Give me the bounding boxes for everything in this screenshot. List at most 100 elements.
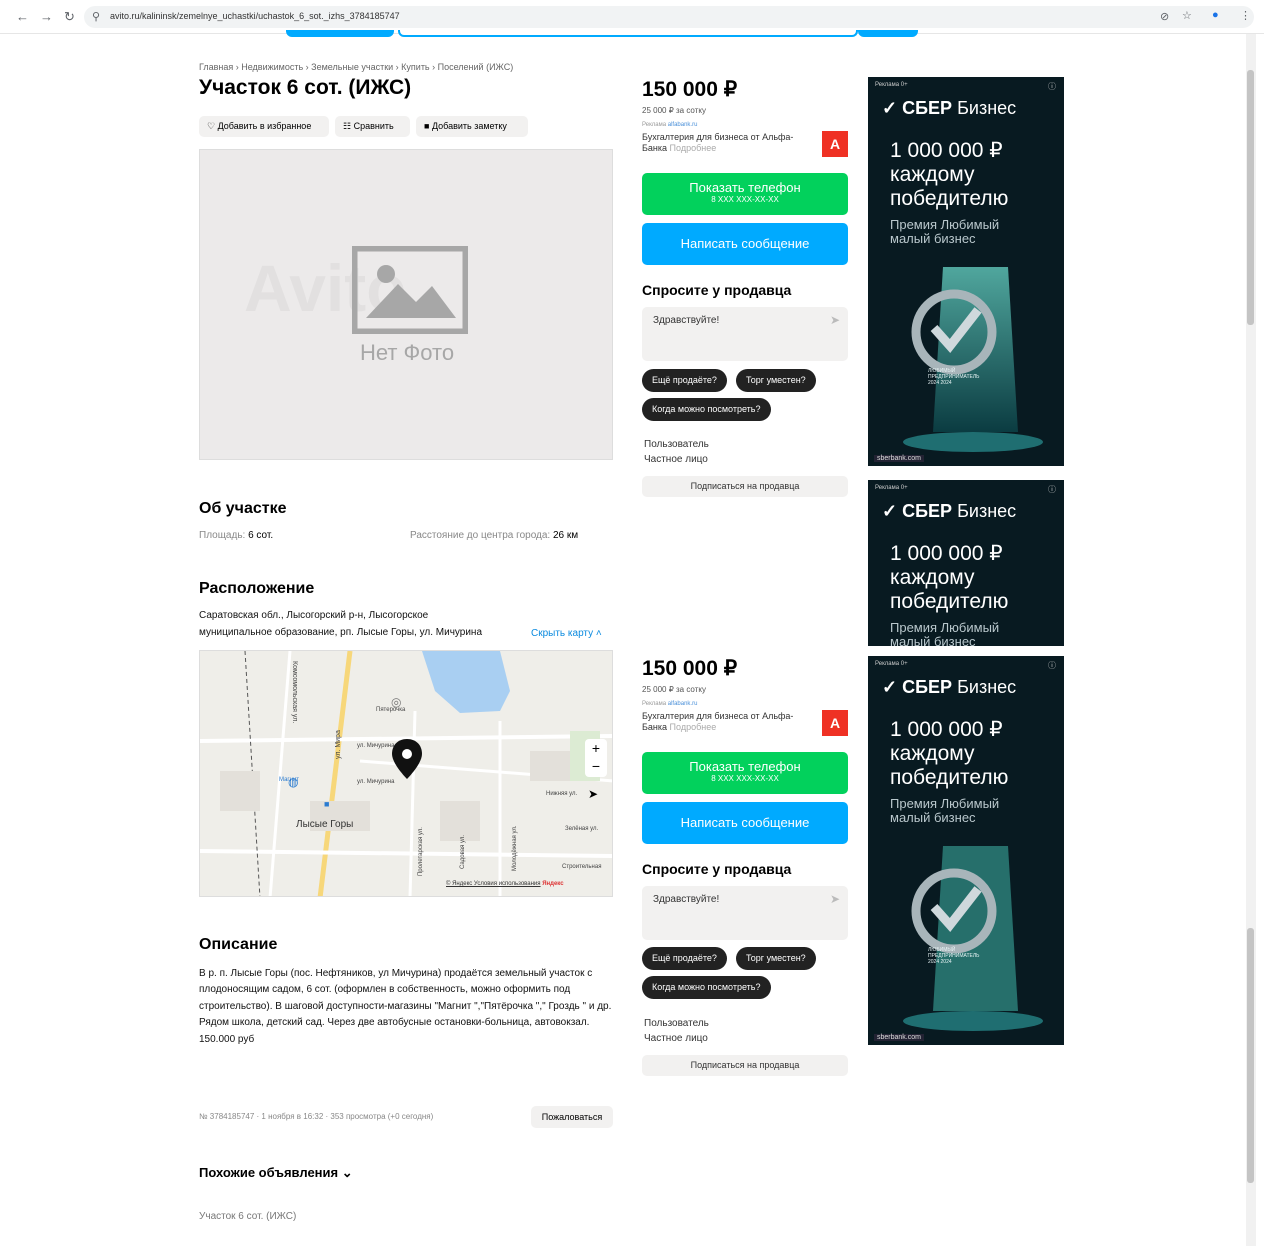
url-text: avito.ru/kalininsk/zemelnye_uchastki/uch… (110, 11, 400, 21)
back-icon[interactable]: ← (16, 9, 29, 24)
complain-button[interactable]: Пожаловаться (531, 1106, 613, 1128)
page-title: Участок 6 сот. (ИЖС) (199, 76, 412, 99)
map-label-proletarskaya: Пролетарская ул. (418, 827, 424, 876)
header-stub-left (286, 30, 394, 37)
subscribe-button[interactable]: Подписаться на продавца (642, 1055, 848, 1076)
info-icon[interactable]: ⓘ (1048, 81, 1056, 92)
sber-banner-ad[interactable]: Реклама 0+ ⓘ ✓ СБЕР Бизнес 1 000 000 ₽ ка… (868, 480, 1064, 646)
quick-question-chip[interactable]: Ещё продаёте? (642, 947, 727, 970)
ad-label: Реклама alfabank.ru (642, 701, 698, 707)
alfa-logo-icon[interactable]: А (822, 131, 848, 157)
ad-headline: 1 000 000 ₽ каждому победителю (890, 542, 1009, 613)
seller-panel-sticky: 150 000 ₽ 25 000 ₽ за сотку Реклама alfa… (642, 656, 848, 1076)
write-message-button[interactable]: Написать сообщение (642, 802, 848, 844)
similar-heading[interactable]: Похожие объявления ⌄ (199, 1165, 353, 1181)
forward-icon[interactable]: → (40, 9, 53, 24)
trophy-inscription: ЛЮБИМЫЙ ПРЕДПРИНИМАТЕЛЬ 2024 2024 (928, 368, 980, 386)
hide-map-link[interactable]: Скрыть карту ˄ (531, 628, 602, 639)
ad-text[interactable]: Бухгалтерия для бизнеса от Альфа-Банка П… (642, 132, 807, 154)
shop-icon[interactable]: ◍ (288, 775, 298, 789)
subscribe-button[interactable]: Подписаться на продавца (642, 476, 848, 497)
map-label-molodezhnaya: Молодёжная ул. (512, 825, 518, 872)
seller-panel: 150 000 ₽ 25 000 ₽ за сотку Реклама alfa… (642, 77, 848, 497)
bus-stop-icon[interactable]: ■ (324, 799, 329, 809)
send-icon[interactable]: ➤ (830, 892, 840, 906)
similar-item[interactable]: Участок 6 сот. (ИЖС) (199, 1211, 296, 1222)
map-copyright: © Яндекс Условия использования Яндекс (446, 881, 564, 887)
send-icon[interactable]: ➤ (830, 313, 840, 327)
map-label-komsomolskaya: Комсомольская ул. (291, 661, 298, 724)
map-label-mira: ул. Мира (335, 730, 342, 759)
show-phone-button[interactable]: Показать телефон 8 XXX XXX-XX-XX (642, 752, 848, 794)
description-heading: Описание (199, 936, 278, 953)
ask-seller-heading: Спросите у продавца (642, 282, 792, 298)
heart-icon: ♡ (207, 121, 216, 131)
quick-question-chip[interactable]: Торг уместен? (736, 947, 816, 970)
no-photo-text: Нет Фото (359, 340, 455, 365)
map-label-town: Лысые Горы (296, 819, 354, 830)
ask-seller-input[interactable]: Здравствуйте! ➤ (642, 307, 848, 361)
star-icon[interactable]: ☆ (1182, 9, 1192, 22)
address-line-2: муниципальное образование, рп. Лысые Гор… (199, 627, 483, 638)
quick-question-chip[interactable]: Ещё продаёте? (642, 369, 727, 392)
menu-icon[interactable]: ⋮ (1240, 9, 1251, 22)
price-per-sotka: 25 000 ₽ за сотку (642, 106, 706, 115)
compare-button[interactable]: ☷ Сравнить (335, 116, 410, 137)
area-info: Площадь: 6 сот. (199, 530, 274, 541)
trophy-icon (903, 267, 1043, 452)
sber-check-icon: ✓ (882, 677, 898, 697)
sber-banner-ad[interactable]: Реклама 0+ ⓘ ✓ СБЕР Бизнес 1 000 000 ₽ ка… (868, 77, 1064, 466)
address-bar[interactable]: ⚲ avito.ru/kalininsk/zemelnye_uchastki/u… (84, 6, 1254, 28)
ad-text[interactable]: Бухгалтерия для бизнеса от Альфа-Банка П… (642, 711, 807, 733)
sber-banner-ad[interactable]: Реклама 0+ ⓘ ✓ СБЕР Бизнес 1 000 000 ₽ ка… (868, 656, 1064, 1045)
ad-headline: 1 000 000 ₽ каждому победителю (890, 139, 1009, 210)
ad-label: Реклама 0+ (875, 661, 908, 667)
about-heading: Об участке (199, 500, 287, 517)
trophy-inscription: ЛЮБИМЫЙ ПРЕДПРИНИМАТЕЛЬ 2024 2024 (928, 947, 980, 965)
sber-logo: ✓ СБЕР Бизнес (882, 98, 1017, 118)
zoom-in-button[interactable]: + (585, 739, 607, 757)
breadcrumb[interactable]: Главная › Недвижимость › Земельные участ… (199, 62, 513, 72)
ad-prize: Премия Любимый малый бизнес (890, 217, 1000, 246)
reload-icon[interactable]: ↻ (64, 9, 75, 25)
price: 150 000 ₽ (642, 78, 738, 101)
location-pin-icon[interactable] (392, 739, 422, 779)
ad-label: Реклама 0+ (875, 485, 908, 491)
show-phone-button[interactable]: Показать телефон 8 XXX XXX-XX-XX (642, 173, 848, 215)
scrollbar-thumb[interactable] (1247, 928, 1254, 1183)
add-favorite-button[interactable]: ♡ Добавить в избранное (199, 116, 329, 137)
ad-label: Реклама 0+ (875, 82, 908, 88)
scrollbar-thumb[interactable] (1247, 70, 1254, 325)
write-message-button[interactable]: Написать сообщение (642, 223, 848, 265)
site-info-icon[interactable]: ⚲ (92, 10, 100, 23)
seller-info: Пользователь Частное лицо (644, 1018, 709, 1044)
ask-seller-input[interactable]: Здравствуйте! ➤ (642, 886, 848, 940)
map[interactable]: Комсомольская ул. Пятерочка ул. Мичурина… (199, 650, 613, 897)
ad-headline: 1 000 000 ₽ каждому победителю (890, 718, 1009, 789)
header-search-stub (398, 30, 858, 37)
quick-question-chip[interactable]: Торг уместен? (736, 369, 816, 392)
price-per-sotka: 25 000 ₽ за сотку (642, 685, 706, 694)
quick-question-chip[interactable]: Когда можно посмотреть? (642, 398, 771, 421)
ad-site[interactable]: sberbank.com (874, 455, 924, 462)
map-label-nizhnyaya: Нижняя ул. (546, 791, 578, 797)
geolocation-icon[interactable]: ➤ (588, 787, 598, 801)
alfa-logo-icon[interactable]: А (822, 710, 848, 736)
eye-off-icon[interactable]: ⊘ (1160, 10, 1169, 23)
sber-logo: ✓ СБЕР Бизнес (882, 501, 1017, 521)
distance-info: Расстояние до центра города: 26 км (410, 530, 579, 541)
shop-marker-icon[interactable]: ◎ (391, 695, 401, 709)
info-icon[interactable]: ⓘ (1048, 484, 1056, 495)
ask-seller-heading: Спросите у продавца (642, 861, 792, 877)
zoom-out-button[interactable]: − (585, 757, 607, 775)
price: 150 000 ₽ (642, 657, 738, 680)
info-icon[interactable]: ⓘ (1048, 660, 1056, 671)
map-label-michurina-2: ул. Мичурина (357, 779, 395, 785)
profile-icon[interactable]: ● (1212, 9, 1219, 21)
quick-question-chip[interactable]: Когда можно посмотреть? (642, 976, 771, 999)
add-note-button[interactable]: ■ Добавить заметку (416, 116, 528, 137)
listing-meta: № 3784185747 · 1 ноября в 16:32 · 353 пр… (199, 1112, 434, 1121)
ad-site[interactable]: sberbank.com (874, 1034, 924, 1041)
ad-prize: Премия Любимый малый бизнес (890, 796, 1000, 825)
compare-icon: ☷ (343, 121, 352, 131)
